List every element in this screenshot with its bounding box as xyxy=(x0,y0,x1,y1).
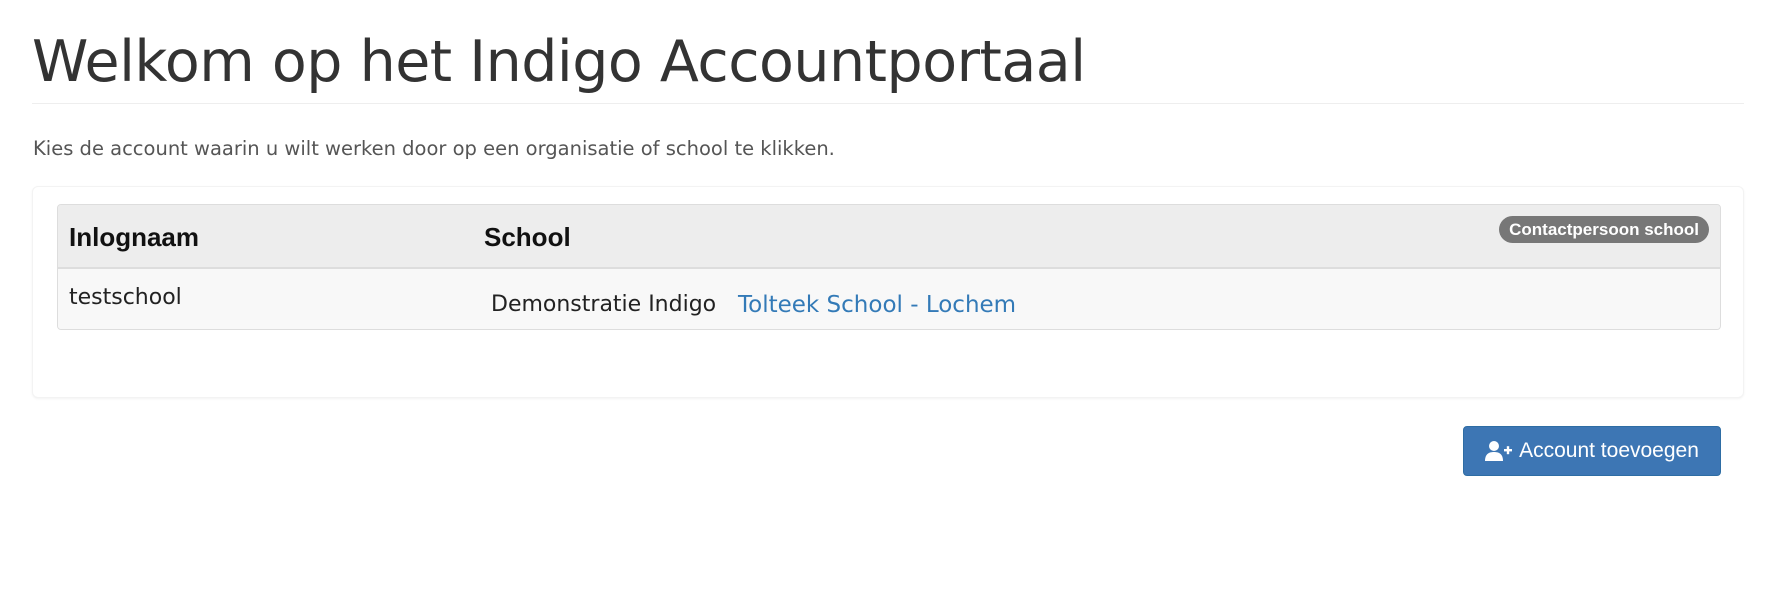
accounts-table: Inlognaam School Contactpersoon school t… xyxy=(57,204,1721,330)
cell-login: testschool xyxy=(69,285,182,310)
user-plus-icon xyxy=(1485,440,1513,462)
add-account-button[interactable]: Account toevoegen xyxy=(1463,426,1721,476)
table-header: Inlognaam School Contactpersoon school xyxy=(58,205,1720,269)
intro-text: Kies de account waarin u wilt werken doo… xyxy=(33,137,835,160)
add-account-label: Account toevoegen xyxy=(1519,439,1699,462)
page-title: Welkom op het Indigo Accountportaal xyxy=(32,29,1086,95)
title-divider xyxy=(32,103,1744,104)
contact-person-badge: Contactpersoon school xyxy=(1499,216,1709,243)
column-header-login: Inlognaam xyxy=(69,222,200,252)
school-link[interactable]: Tolteek School - Lochem xyxy=(738,290,1016,320)
accounts-panel: Inlognaam School Contactpersoon school t… xyxy=(32,186,1744,398)
column-header-school: School xyxy=(484,222,571,252)
cell-school-name: Demonstratie Indigo xyxy=(491,292,717,317)
table-row[interactable]: testschool Demonstratie Indigo Tolteek S… xyxy=(58,269,1720,329)
